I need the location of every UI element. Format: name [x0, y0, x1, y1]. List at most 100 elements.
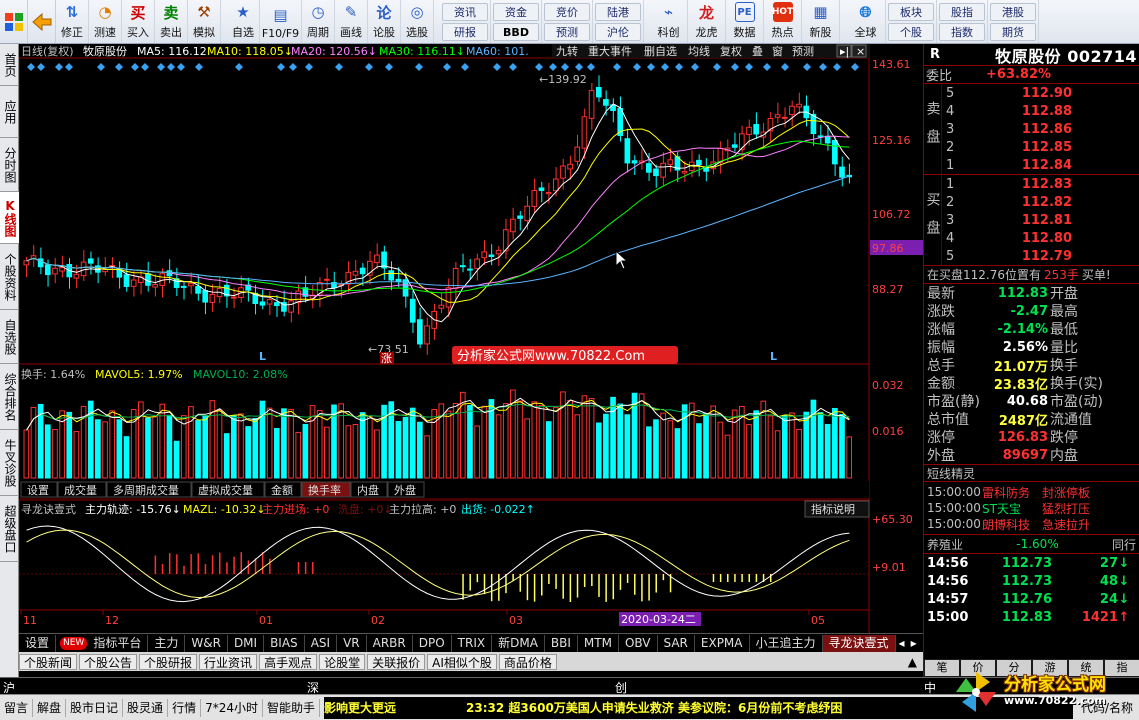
toolbar-btn-hot[interactable]: HOT 热点 [764, 0, 802, 43]
toolbar-btn-globe[interactable]: 🌐︎ 全球 [846, 0, 886, 43]
btn-news[interactable]: 资讯 [442, 2, 488, 21]
sb-assistant[interactable]: 智能助手 [263, 698, 320, 717]
ask-level[interactable]: 1 112.84 [942, 156, 1139, 174]
ind-tab-vr[interactable]: VR [337, 634, 367, 652]
bid-level[interactable]: 2 112.82 [942, 193, 1139, 211]
vtab-timeshare[interactable]: 分时图 [0, 138, 19, 192]
toolbar-btn-6[interactable]: ▤ F10/F9 [260, 0, 302, 43]
ind-tab-mtm[interactable]: MTM [578, 634, 619, 652]
chart-menu-item[interactable]: 删自选 [644, 45, 677, 58]
toolbar-btn-4[interactable]: ⚒ 模拟 [188, 0, 221, 43]
btn-sh-london[interactable]: 沪伦 [595, 22, 641, 41]
menu-arrows[interactable]: ▸| × [836, 44, 867, 58]
ind-tab-xwzzl[interactable]: 小王追主力 [750, 634, 823, 652]
btn-sector[interactable]: 板块 [888, 2, 934, 21]
chart-menu-item[interactable]: 重大事件 [588, 44, 632, 58]
btn-index[interactable]: 指数 [939, 22, 985, 41]
info-tab-industry[interactable]: 行业资讯 [199, 653, 258, 670]
ind-tab-dpo[interactable]: DPO [413, 634, 452, 652]
ind-tab-platform[interactable]: 指标平台 [87, 634, 149, 652]
bid-level[interactable]: 1 112.83 [942, 175, 1139, 193]
info-tab-news[interactable]: 个股新闻 [19, 653, 78, 670]
info-tab-research[interactable]: 个股研报 [139, 653, 198, 670]
sb-diary[interactable]: 股市日记 [66, 698, 124, 717]
ind-tab-obv[interactable]: OBV [619, 634, 658, 652]
sb-message[interactable]: 留言 [0, 698, 34, 717]
ind-tab-dmi[interactable]: DMI [228, 634, 265, 652]
ind-tab-main[interactable]: 主力 [148, 634, 186, 652]
chart-canvas[interactable]: 日线(复权) 牧原股份 MA5: 116.12 MA10: 118.05↓ MA… [19, 44, 923, 633]
ind-tab-bbi[interactable]: BBI [545, 634, 578, 652]
btn-auction[interactable]: 竞价 [544, 2, 590, 21]
btn-index-futures[interactable]: 股指 [939, 2, 985, 21]
toolbar-btn-data[interactable]: PE 数据 [726, 0, 764, 43]
chart-menu-item[interactable]: 复权 [720, 44, 742, 58]
btn-capital[interactable]: 资金 [493, 2, 539, 21]
collapse-icon[interactable]: ▲ [908, 655, 917, 669]
sb-market[interactable]: 行情 [168, 698, 202, 717]
toolbar-btn-10[interactable]: ◎ 选股 [401, 0, 434, 43]
kline-chart-area[interactable]: 日线(复权) 牧原股份 MA5: 116.12 MA10: 118.05↓ MA… [19, 44, 923, 633]
short-term-item[interactable]: 15:00:00 朗博科技 急速拉升 [924, 516, 1139, 532]
toolbar-btn-1[interactable]: ◔ 测速 [89, 0, 122, 43]
short-term-item[interactable]: 15:00:00 雷科防务 封涨停板 [924, 484, 1139, 500]
bid-level[interactable]: 3 112.81 [942, 211, 1139, 229]
toolbar-btn-8[interactable]: ✎ 画线 [335, 0, 368, 43]
toolbar-btn-5[interactable]: ★ 自选 [227, 0, 260, 43]
info-tab-ai-similar[interactable]: AI相似个股 [427, 653, 497, 670]
toolbar-btn-0[interactable]: ⇅ 修正 [56, 0, 89, 43]
vtab-ranking[interactable]: 综合排名 [0, 364, 19, 430]
btn-forecast[interactable]: 预测 [544, 22, 590, 41]
ask-level[interactable]: 4 112.88 [942, 102, 1139, 120]
volume-tabs[interactable]: 设置 成交量 多周期成交量 虚拟成交量 金额 换手率 内盘 外盘 [20, 481, 425, 498]
sb-analysis[interactable]: 解盘 [33, 698, 67, 717]
toolbar-btn-2[interactable]: 买买入 [122, 0, 155, 43]
ind-tab-newdma[interactable]: 新DMA [492, 634, 545, 652]
toolbar-btn-7[interactable]: ◷ 周期 [302, 0, 335, 43]
ind-tab-trix[interactable]: TRIX [452, 634, 493, 652]
short-term-title[interactable]: 短线精灵 [924, 464, 1139, 482]
chart-menu-item[interactable]: 窗 [772, 44, 783, 58]
vtab-watchlist[interactable]: 自选股 [0, 310, 19, 364]
vtab-stock-profile[interactable]: 个股资料 [0, 244, 19, 310]
tab-scroll-left-icon[interactable]: ◂ [896, 635, 908, 652]
vtab-kline[interactable]: K线图 [0, 192, 19, 244]
ask-level[interactable]: 2 112.85 [942, 138, 1139, 156]
chart-menu-item[interactable]: 预测 [792, 45, 814, 58]
vtab-apps[interactable]: 应用 [0, 86, 19, 138]
info-tab-announce[interactable]: 个股公告 [79, 653, 138, 670]
sb-stock-link[interactable]: 股灵通 [123, 698, 169, 717]
back-arrow-icon[interactable] [28, 0, 56, 43]
bid-level[interactable]: 4 112.80 [942, 229, 1139, 247]
vtab-home[interactable]: 首页 [0, 44, 19, 86]
windows-icon[interactable] [0, 0, 28, 43]
ind-tab-sar[interactable]: SAR [658, 634, 695, 652]
tab-scroll-right-icon[interactable]: ▸ [908, 635, 920, 652]
info-tab-experts[interactable]: 高手观点 [259, 653, 318, 670]
toolbar-btn-9[interactable]: 论论股 [368, 0, 401, 43]
chart-menu-item[interactable]: 九转 [556, 44, 578, 58]
ask-level[interactable]: 3 112.86 [942, 120, 1139, 138]
bid-level[interactable]: 5 112.79 [942, 247, 1139, 265]
btn-stock[interactable]: 个股 [888, 22, 934, 41]
industry-row[interactable]: 养殖业 -1.60% 同行 [924, 534, 1139, 554]
btn-hk-stock[interactable]: 港股 [990, 2, 1036, 21]
toolbar-btn-3[interactable]: 卖卖出 [155, 0, 188, 43]
chart-menu-item[interactable]: 均线 [688, 44, 710, 58]
btn-bbd[interactable]: BBD [493, 22, 539, 41]
ind-tab-arbr[interactable]: ARBR [367, 634, 413, 652]
short-term-item[interactable]: 15:00:00 ST天宝 猛烈打压 [924, 500, 1139, 516]
ind-tab-xljys[interactable]: 寻龙诀壹式 [822, 634, 896, 652]
chart-menu-item[interactable]: 叠 [752, 45, 763, 58]
ind-tab-expma[interactable]: EXPMA [695, 634, 750, 652]
ind-tab-settings[interactable]: 设置 [19, 634, 57, 652]
toolbar-btn-newstock[interactable]: ▦ 新股 [802, 0, 840, 43]
info-tab-commodity[interactable]: 商品价格 [498, 653, 557, 670]
sb-724[interactable]: 7*24小时 [201, 698, 263, 717]
info-tab-forum[interactable]: 论股堂 [319, 653, 366, 670]
btn-report[interactable]: 研报 [442, 22, 488, 41]
ind-tab-asi[interactable]: ASI [305, 634, 338, 652]
info-tab-related[interactable]: 关联报价 [367, 653, 426, 670]
vtab-super-panel[interactable]: 超级盘口 [0, 496, 19, 562]
ind-tab-wr[interactable]: W&R [185, 634, 228, 652]
